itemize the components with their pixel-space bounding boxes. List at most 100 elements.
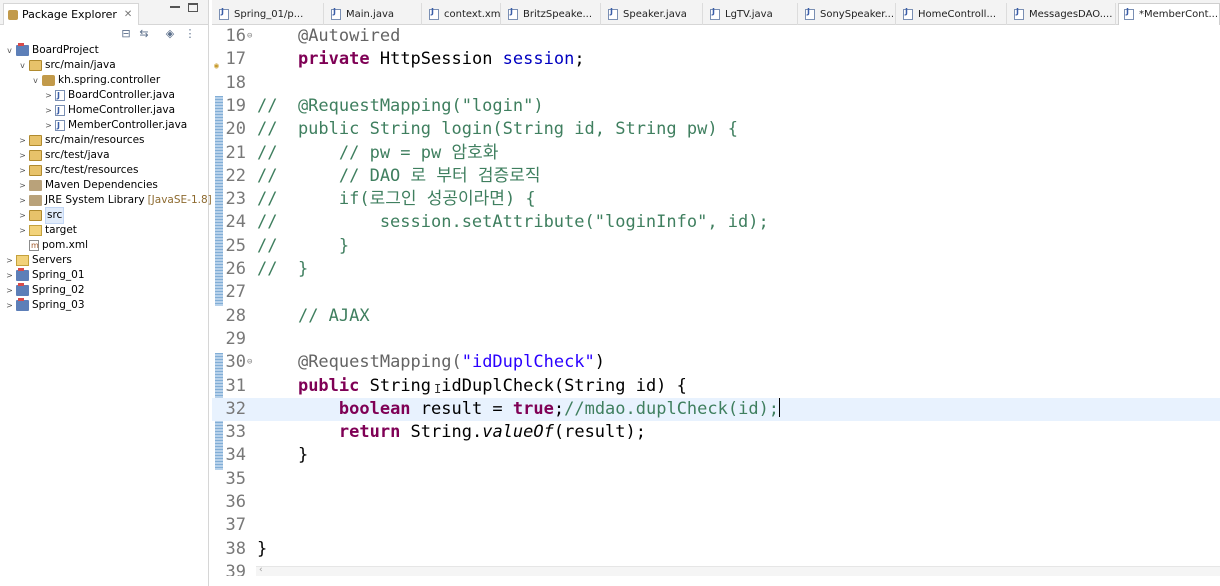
editor-tab[interactable]: context.xml bbox=[424, 3, 501, 25]
chevron-right-icon[interactable]: > bbox=[18, 193, 27, 208]
tree-item-label: src/main/resources bbox=[45, 134, 145, 146]
code-line[interactable]: 27 bbox=[212, 281, 1220, 304]
horizontal-scrollbar[interactable]: ‹ bbox=[256, 565, 1220, 576]
collapse-all-icon[interactable]: ⊟ bbox=[120, 28, 132, 40]
view-menu-icon[interactable]: ⋮ bbox=[184, 28, 196, 40]
chevron-right-icon[interactable]: > bbox=[5, 298, 14, 313]
tree-item[interactable]: v src/main/java bbox=[0, 58, 116, 73]
tree-item[interactable]: > src bbox=[0, 207, 65, 224]
project-icon bbox=[16, 283, 29, 296]
folder-icon bbox=[29, 225, 42, 236]
package-icon bbox=[42, 75, 55, 86]
minimize-icon[interactable] bbox=[170, 6, 180, 8]
tree-item[interactable]: > Spring_02 bbox=[0, 283, 85, 298]
project-icon bbox=[16, 268, 29, 281]
tree-item[interactable]: v kh.spring.controller bbox=[0, 73, 160, 88]
editor-tab[interactable]: *MemberCont... bbox=[1118, 3, 1220, 25]
package-explorer-tab[interactable]: Package Explorer ✕ bbox=[3, 3, 140, 25]
code-line[interactable]: 17 ◉ private HttpSession session; bbox=[212, 48, 1220, 71]
tree-item[interactable]: > MemberController.java bbox=[0, 118, 187, 133]
code-token: String. bbox=[400, 422, 483, 443]
editor-tab[interactable]: Spring_01/p... bbox=[214, 3, 324, 25]
tree-item-label: BoardController.java bbox=[68, 89, 175, 101]
tree-item[interactable]: > BoardController.java bbox=[0, 88, 175, 103]
chevron-right-icon[interactable]: > bbox=[18, 133, 27, 148]
code-line[interactable]: 21 // // pw = pw 암호화 bbox=[212, 142, 1220, 165]
code-line[interactable]: 37 bbox=[212, 514, 1220, 537]
editor-tab[interactable]: Speaker.java bbox=[603, 3, 703, 25]
fold-collapse-icon[interactable]: ⊖ bbox=[247, 351, 252, 374]
code-line[interactable]: 24 // session.setAttribute("loginInfo", i… bbox=[212, 211, 1220, 234]
chevron-right-icon[interactable]: > bbox=[18, 208, 27, 223]
java-file-icon bbox=[55, 103, 65, 118]
tree-item-label: MemberController.java bbox=[68, 119, 188, 131]
fold-collapse-icon[interactable]: ⊖ bbox=[247, 26, 252, 48]
code-line[interactable]: 18 bbox=[212, 72, 1220, 95]
editor-tab[interactable]: HomeControll... bbox=[898, 3, 1007, 25]
tree-item[interactable]: > src/test/java bbox=[0, 148, 110, 163]
scroll-left-icon[interactable]: ‹ bbox=[259, 565, 263, 575]
code-line[interactable]: 31 public String idDuplCheck(String id) … bbox=[212, 375, 1220, 398]
code-line[interactable]: 23 // if(로그인 성공이라면) { bbox=[212, 188, 1220, 211]
tree-item-label: HomeController.java bbox=[68, 104, 176, 116]
tree-item[interactable]: v BoardProject bbox=[0, 43, 99, 58]
code-line[interactable]: 29 bbox=[212, 328, 1220, 351]
tree-item[interactable]: > src/main/resources bbox=[0, 133, 145, 148]
code-line[interactable]: 22 // // DAO 로 부터 검증로직 bbox=[212, 165, 1220, 188]
editor-tab[interactable]: SonySpeaker.... bbox=[800, 3, 896, 25]
code-text: // if(로그인 성공이라면) { bbox=[257, 188, 536, 211]
code-text: // @RequestMapping("login") bbox=[257, 95, 544, 118]
chevron-right-icon[interactable]: > bbox=[5, 253, 14, 268]
editor-tab[interactable]: Main.java bbox=[326, 3, 422, 25]
chevron-right-icon[interactable]: > bbox=[18, 223, 27, 238]
chevron-down-icon[interactable]: v bbox=[31, 73, 40, 88]
chevron-right-icon[interactable]: > bbox=[5, 283, 14, 298]
tree-item[interactable]: pom.xml bbox=[0, 238, 88, 253]
chevron-right-icon[interactable]: > bbox=[18, 148, 27, 163]
code-line[interactable]: 36 bbox=[212, 491, 1220, 514]
code-line[interactable]: 33 return String.valueOf(result); bbox=[212, 421, 1220, 444]
code-line[interactable]: 19 // @RequestMapping("login") bbox=[212, 95, 1220, 118]
code-line[interactable]: 30 ⊖ @RequestMapping("idDuplCheck") bbox=[212, 351, 1220, 374]
chevron-down-icon[interactable]: v bbox=[18, 58, 27, 73]
tree-item[interactable]: > Servers bbox=[0, 253, 72, 268]
code-text: public String idDuplCheck(String id) { bbox=[257, 375, 687, 398]
tree-item[interactable]: > target bbox=[0, 223, 77, 238]
focus-icon[interactable]: ◈ bbox=[164, 28, 176, 40]
chevron-right-icon[interactable]: > bbox=[18, 178, 27, 193]
chevron-down-icon[interactable]: v bbox=[5, 43, 14, 58]
code-editor-area[interactable]: 16 ⊖ @Autowired 17 ◉ private HttpSession se… bbox=[212, 26, 1220, 576]
code-line[interactable]: 38} bbox=[212, 538, 1220, 561]
editor-tab[interactable]: LgTV.java bbox=[705, 3, 798, 25]
tree-item[interactable]: > src/test/resources bbox=[0, 163, 138, 178]
tree-item[interactable]: > Spring_01 bbox=[0, 268, 85, 283]
chevron-right-icon[interactable]: > bbox=[44, 103, 53, 118]
code-line[interactable]: 35 bbox=[212, 468, 1220, 491]
tree-item[interactable]: > JRE System Library [JavaSE-1.8] bbox=[0, 193, 212, 208]
editor-tab[interactable]: BritzSpeake... bbox=[503, 3, 601, 25]
code-line[interactable]: 32 boolean result = true;//mdao.duplChec… bbox=[212, 397, 1220, 422]
line-number: 18 bbox=[225, 72, 246, 93]
code-line[interactable]: 28 // AJAX bbox=[212, 305, 1220, 328]
editor-tab[interactable]: MessagesDAO.... bbox=[1009, 3, 1116, 25]
tree-item[interactable]: > Spring_03 bbox=[0, 298, 85, 313]
package-explorer-icon bbox=[8, 9, 18, 20]
maximize-icon[interactable] bbox=[188, 3, 198, 12]
editor-tab-label: *MemberCont... bbox=[1139, 9, 1219, 20]
chevron-right-icon[interactable]: > bbox=[44, 88, 53, 103]
code-line[interactable]: 25 // } bbox=[212, 235, 1220, 258]
code-line[interactable]: 20 // public String login(String id, Stri… bbox=[212, 118, 1220, 141]
code-line[interactable]: 34 } bbox=[212, 444, 1220, 467]
link-with-editor-icon[interactable]: ⇆ bbox=[138, 28, 150, 40]
code-line[interactable]: 26 // } bbox=[212, 258, 1220, 281]
code-token: // // DAO 로 부터 검증로직 bbox=[257, 165, 541, 186]
chevron-right-icon[interactable]: > bbox=[44, 118, 53, 133]
code-text: boolean result = true;//mdao.duplCheck(i… bbox=[257, 397, 781, 421]
tree-item[interactable]: > Maven Dependencies bbox=[0, 178, 158, 193]
chevron-right-icon[interactable]: > bbox=[5, 268, 14, 283]
close-icon[interactable]: ✕ bbox=[124, 9, 132, 20]
code-line[interactable]: 16 ⊖ @Autowired bbox=[212, 26, 1220, 48]
file-icon bbox=[219, 7, 229, 20]
tree-item[interactable]: > HomeController.java bbox=[0, 103, 175, 118]
chevron-right-icon[interactable]: > bbox=[18, 163, 27, 178]
